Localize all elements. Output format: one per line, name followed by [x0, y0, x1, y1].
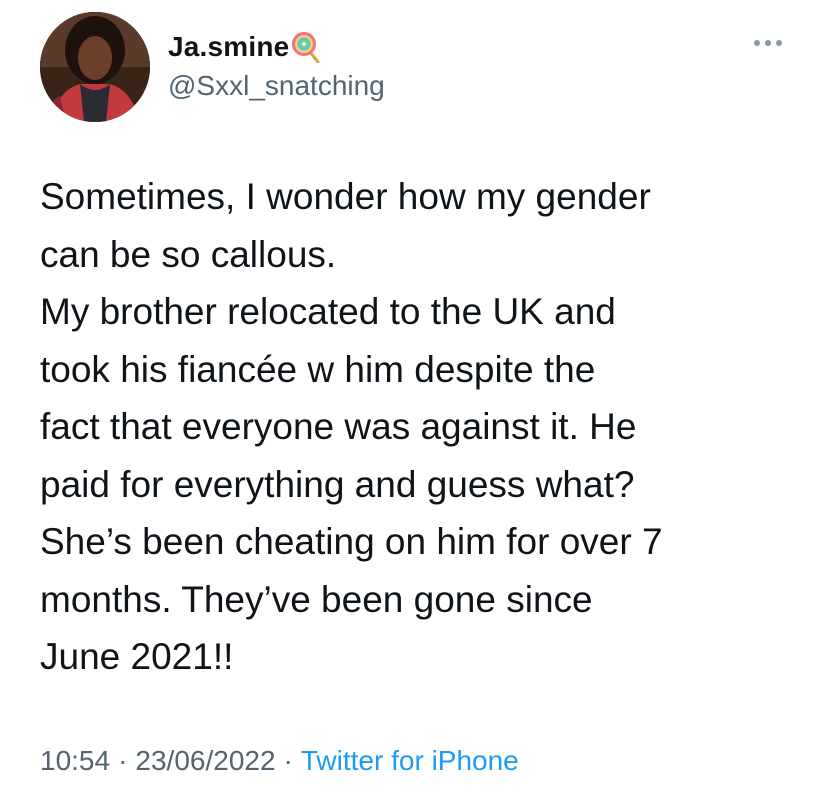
separator: ·: [283, 745, 293, 776]
tweet-metadata: 10:54 · 23/06/2022 · Twitter for iPhone: [40, 745, 519, 777]
tweet-time[interactable]: 10:54: [40, 745, 110, 776]
more-horizontal-icon: [754, 40, 782, 46]
tweet-text-line: My brother relocated to the UK and: [40, 291, 616, 332]
lollipop-icon: [291, 31, 321, 64]
avatar-image: [40, 12, 150, 122]
tweet-source-link[interactable]: Twitter for iPhone: [301, 745, 519, 776]
tweet-text-line: paid for everything and guess what?: [40, 463, 635, 505]
avatar[interactable]: [40, 12, 150, 122]
user-handle[interactable]: @Sxxl_snatching: [168, 70, 385, 102]
tweet: Ja.smine @Sxxl_snatching Sometimes, I wo…: [0, 0, 828, 795]
tweet-text-line: June 2021!!: [40, 636, 234, 677]
separator: ·: [118, 745, 128, 776]
tweet-text-line: She’s been cheating on him for over 7: [40, 521, 663, 562]
tweet-text-line: Sometimes, I wonder how my gender: [40, 176, 651, 217]
more-options-button[interactable]: [748, 30, 788, 56]
tweet-date[interactable]: 23/06/2022: [135, 745, 275, 776]
tweet-text-line: took his fiancée w him despite the: [40, 348, 596, 390]
tweet-text: Sometimes, I wonder how my gender can be…: [40, 168, 810, 686]
tweet-text-line: months. They’ve been gone since: [40, 578, 593, 620]
display-name[interactable]: Ja.smine: [168, 31, 289, 63]
tweet-text-line: fact that everyone was against it. He: [40, 406, 637, 447]
display-name-row: Ja.smine: [168, 30, 321, 64]
tweet-text-line: can be so callous.: [40, 233, 337, 275]
